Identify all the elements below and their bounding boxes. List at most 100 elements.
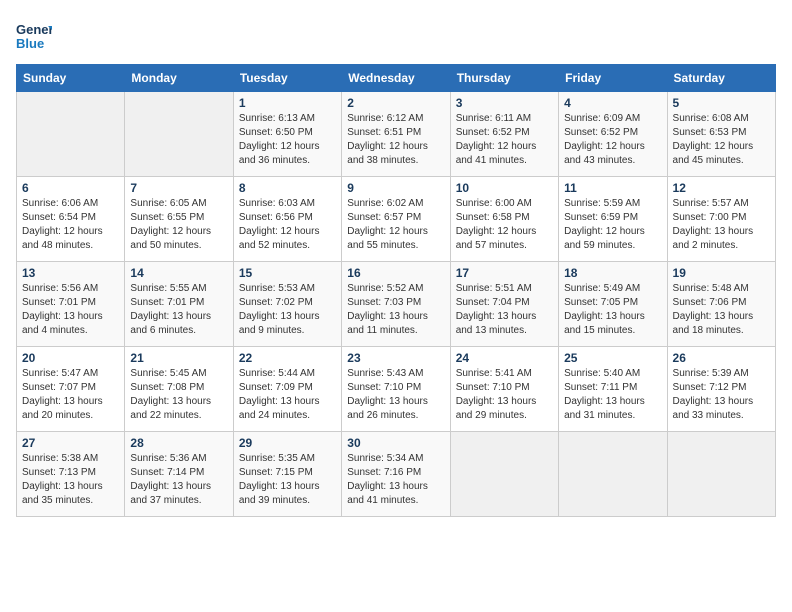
day-number: 9 [347,181,444,195]
calendar-cell: 15Sunrise: 5:53 AM Sunset: 7:02 PM Dayli… [233,262,341,347]
calendar-cell: 17 Sunrise: 5:51 AM Sunset: 7:04 PM Dayli… [450,262,558,347]
day-info: Sunrise: 5:47 AM Sunset: 7:07 PM Dayligh… [22,367,119,423]
day-number: 6 [22,181,119,195]
svg-text:General: General [16,22,52,37]
calendar-cell: 2 Sunrise: 6:12 AM Sunset: 6:51 PM Daylig… [342,92,450,177]
calendar-cell: 7 Sunrise: 6:05 AM Sunset: 6:55 PM Daylig… [125,177,233,262]
day-number: 22 [239,351,336,365]
day-info: Sunrise: 6:13 AM Sunset: 6:50 PM Dayligh… [239,112,336,168]
calendar-cell: 13Sunrise: 5:56 AM Sunset: 7:01 PM Dayli… [17,262,125,347]
day-info: Sunrise: 5:51 AM Sunset: 7:04 PM Dayligh… [456,282,553,338]
calendar-cell [450,432,558,517]
day-info: Sunrise: 6:03 AM Sunset: 6:56 PM Dayligh… [239,197,336,253]
day-number: 23 [347,351,444,365]
day-number: 24 [456,351,553,365]
calendar-cell [559,432,667,517]
day-info: Sunrise: 5:35 AM Sunset: 7:15 PM Dayligh… [239,452,336,508]
day-number: 28 [130,436,227,450]
logo-icon: General Blue [16,18,52,54]
calendar-cell: 28 Sunrise: 5:36 AM Sunset: 7:14 PM Dayli… [125,432,233,517]
day-info: Sunrise: 5:56 AM Sunset: 7:01 PM Dayligh… [22,282,119,338]
header-day-wednesday: Wednesday [342,65,450,92]
day-info: Sunrise: 5:40 AM Sunset: 7:11 PM Dayligh… [564,367,661,423]
day-info: Sunrise: 5:57 AM Sunset: 7:00 PM Dayligh… [673,197,770,253]
day-info: Sunrise: 5:38 AM Sunset: 7:13 PM Dayligh… [22,452,119,508]
calendar-cell: 19 Sunrise: 5:48 AM Sunset: 7:06 PM Dayli… [667,262,775,347]
logo: General Blue [16,16,56,54]
header-day-saturday: Saturday [667,65,775,92]
calendar-cell: 10 Sunrise: 6:00 AM Sunset: 6:58 PM Dayli… [450,177,558,262]
day-info: Sunrise: 6:00 AM Sunset: 6:58 PM Dayligh… [456,197,553,253]
day-number: 25 [564,351,661,365]
calendar-cell: 23 Sunrise: 5:43 AM Sunset: 7:10 PM Dayli… [342,347,450,432]
calendar-week-2: 6 Sunrise: 6:06 AM Sunset: 6:54 PM Daylig… [17,177,776,262]
day-number: 30 [347,436,444,450]
calendar-week-4: 20Sunrise: 5:47 AM Sunset: 7:07 PM Dayli… [17,347,776,432]
day-info: Sunrise: 5:52 AM Sunset: 7:03 PM Dayligh… [347,282,444,338]
header-day-thursday: Thursday [450,65,558,92]
calendar-cell: 18Sunrise: 5:49 AM Sunset: 7:05 PM Dayli… [559,262,667,347]
calendar-cell: 4Sunrise: 6:09 AM Sunset: 6:52 PM Daylig… [559,92,667,177]
day-number: 21 [130,351,227,365]
day-info: Sunrise: 5:43 AM Sunset: 7:10 PM Dayligh… [347,367,444,423]
day-info: Sunrise: 5:53 AM Sunset: 7:02 PM Dayligh… [239,282,336,338]
header-day-monday: Monday [125,65,233,92]
calendar-cell: 12Sunrise: 5:57 AM Sunset: 7:00 PM Dayli… [667,177,775,262]
day-info: Sunrise: 5:48 AM Sunset: 7:06 PM Dayligh… [673,282,770,338]
calendar-cell: 26 Sunrise: 5:39 AM Sunset: 7:12 PM Dayli… [667,347,775,432]
calendar-cell: 25 Sunrise: 5:40 AM Sunset: 7:11 PM Dayli… [559,347,667,432]
day-info: Sunrise: 5:59 AM Sunset: 6:59 PM Dayligh… [564,197,661,253]
day-info: Sunrise: 5:55 AM Sunset: 7:01 PM Dayligh… [130,282,227,338]
day-info: Sunrise: 5:36 AM Sunset: 7:14 PM Dayligh… [130,452,227,508]
day-number: 26 [673,351,770,365]
day-number: 27 [22,436,119,450]
calendar-cell: 20Sunrise: 5:47 AM Sunset: 7:07 PM Dayli… [17,347,125,432]
day-number: 3 [456,96,553,110]
calendar-cell: 27 Sunrise: 5:38 AM Sunset: 7:13 PM Dayli… [17,432,125,517]
day-number: 14 [130,266,227,280]
calendar-table: SundayMondayTuesdayWednesdayThursdayFrid… [16,64,776,517]
calendar-cell: 11 Sunrise: 5:59 AM Sunset: 6:59 PM Dayli… [559,177,667,262]
calendar-cell [17,92,125,177]
calendar-header-row: SundayMondayTuesdayWednesdayThursdayFrid… [17,65,776,92]
calendar-week-1: 1 Sunrise: 6:13 AM Sunset: 6:50 PM Daylig… [17,92,776,177]
calendar-cell: 14 Sunrise: 5:55 AM Sunset: 7:01 PM Dayli… [125,262,233,347]
calendar-cell: 1 Sunrise: 6:13 AM Sunset: 6:50 PM Daylig… [233,92,341,177]
day-number: 7 [130,181,227,195]
calendar-cell: 21 Sunrise: 5:45 AM Sunset: 7:08 PM Dayli… [125,347,233,432]
calendar-week-5: 27 Sunrise: 5:38 AM Sunset: 7:13 PM Dayli… [17,432,776,517]
calendar-cell: 16 Sunrise: 5:52 AM Sunset: 7:03 PM Dayli… [342,262,450,347]
day-info: Sunrise: 6:12 AM Sunset: 6:51 PM Dayligh… [347,112,444,168]
day-number: 4 [564,96,661,110]
calendar-cell: 3 Sunrise: 6:11 AM Sunset: 6:52 PM Daylig… [450,92,558,177]
calendar-cell: 8 Sunrise: 6:03 AM Sunset: 6:56 PM Daylig… [233,177,341,262]
calendar-cell: 22 Sunrise: 5:44 AM Sunset: 7:09 PM Dayli… [233,347,341,432]
day-number: 2 [347,96,444,110]
svg-text:Blue: Blue [16,36,44,51]
header-day-sunday: Sunday [17,65,125,92]
day-number: 19 [673,266,770,280]
day-number: 17 [456,266,553,280]
calendar-cell [125,92,233,177]
day-number: 11 [564,181,661,195]
day-info: Sunrise: 6:05 AM Sunset: 6:55 PM Dayligh… [130,197,227,253]
calendar-week-3: 13Sunrise: 5:56 AM Sunset: 7:01 PM Dayli… [17,262,776,347]
calendar-cell: 30 Sunrise: 5:34 AM Sunset: 7:16 PM Dayli… [342,432,450,517]
day-info: Sunrise: 5:34 AM Sunset: 7:16 PM Dayligh… [347,452,444,508]
calendar-cell: 29 Sunrise: 5:35 AM Sunset: 7:15 PM Dayli… [233,432,341,517]
day-info: Sunrise: 6:11 AM Sunset: 6:52 PM Dayligh… [456,112,553,168]
day-number: 10 [456,181,553,195]
calendar-cell: 5Sunrise: 6:08 AM Sunset: 6:53 PM Daylig… [667,92,775,177]
day-number: 16 [347,266,444,280]
day-info: Sunrise: 5:45 AM Sunset: 7:08 PM Dayligh… [130,367,227,423]
day-info: Sunrise: 6:08 AM Sunset: 6:53 PM Dayligh… [673,112,770,168]
day-number: 18 [564,266,661,280]
day-number: 8 [239,181,336,195]
day-info: Sunrise: 6:06 AM Sunset: 6:54 PM Dayligh… [22,197,119,253]
day-info: Sunrise: 5:41 AM Sunset: 7:10 PM Dayligh… [456,367,553,423]
header-day-friday: Friday [559,65,667,92]
day-info: Sunrise: 5:44 AM Sunset: 7:09 PM Dayligh… [239,367,336,423]
day-number: 29 [239,436,336,450]
day-info: Sunrise: 5:39 AM Sunset: 7:12 PM Dayligh… [673,367,770,423]
day-number: 1 [239,96,336,110]
